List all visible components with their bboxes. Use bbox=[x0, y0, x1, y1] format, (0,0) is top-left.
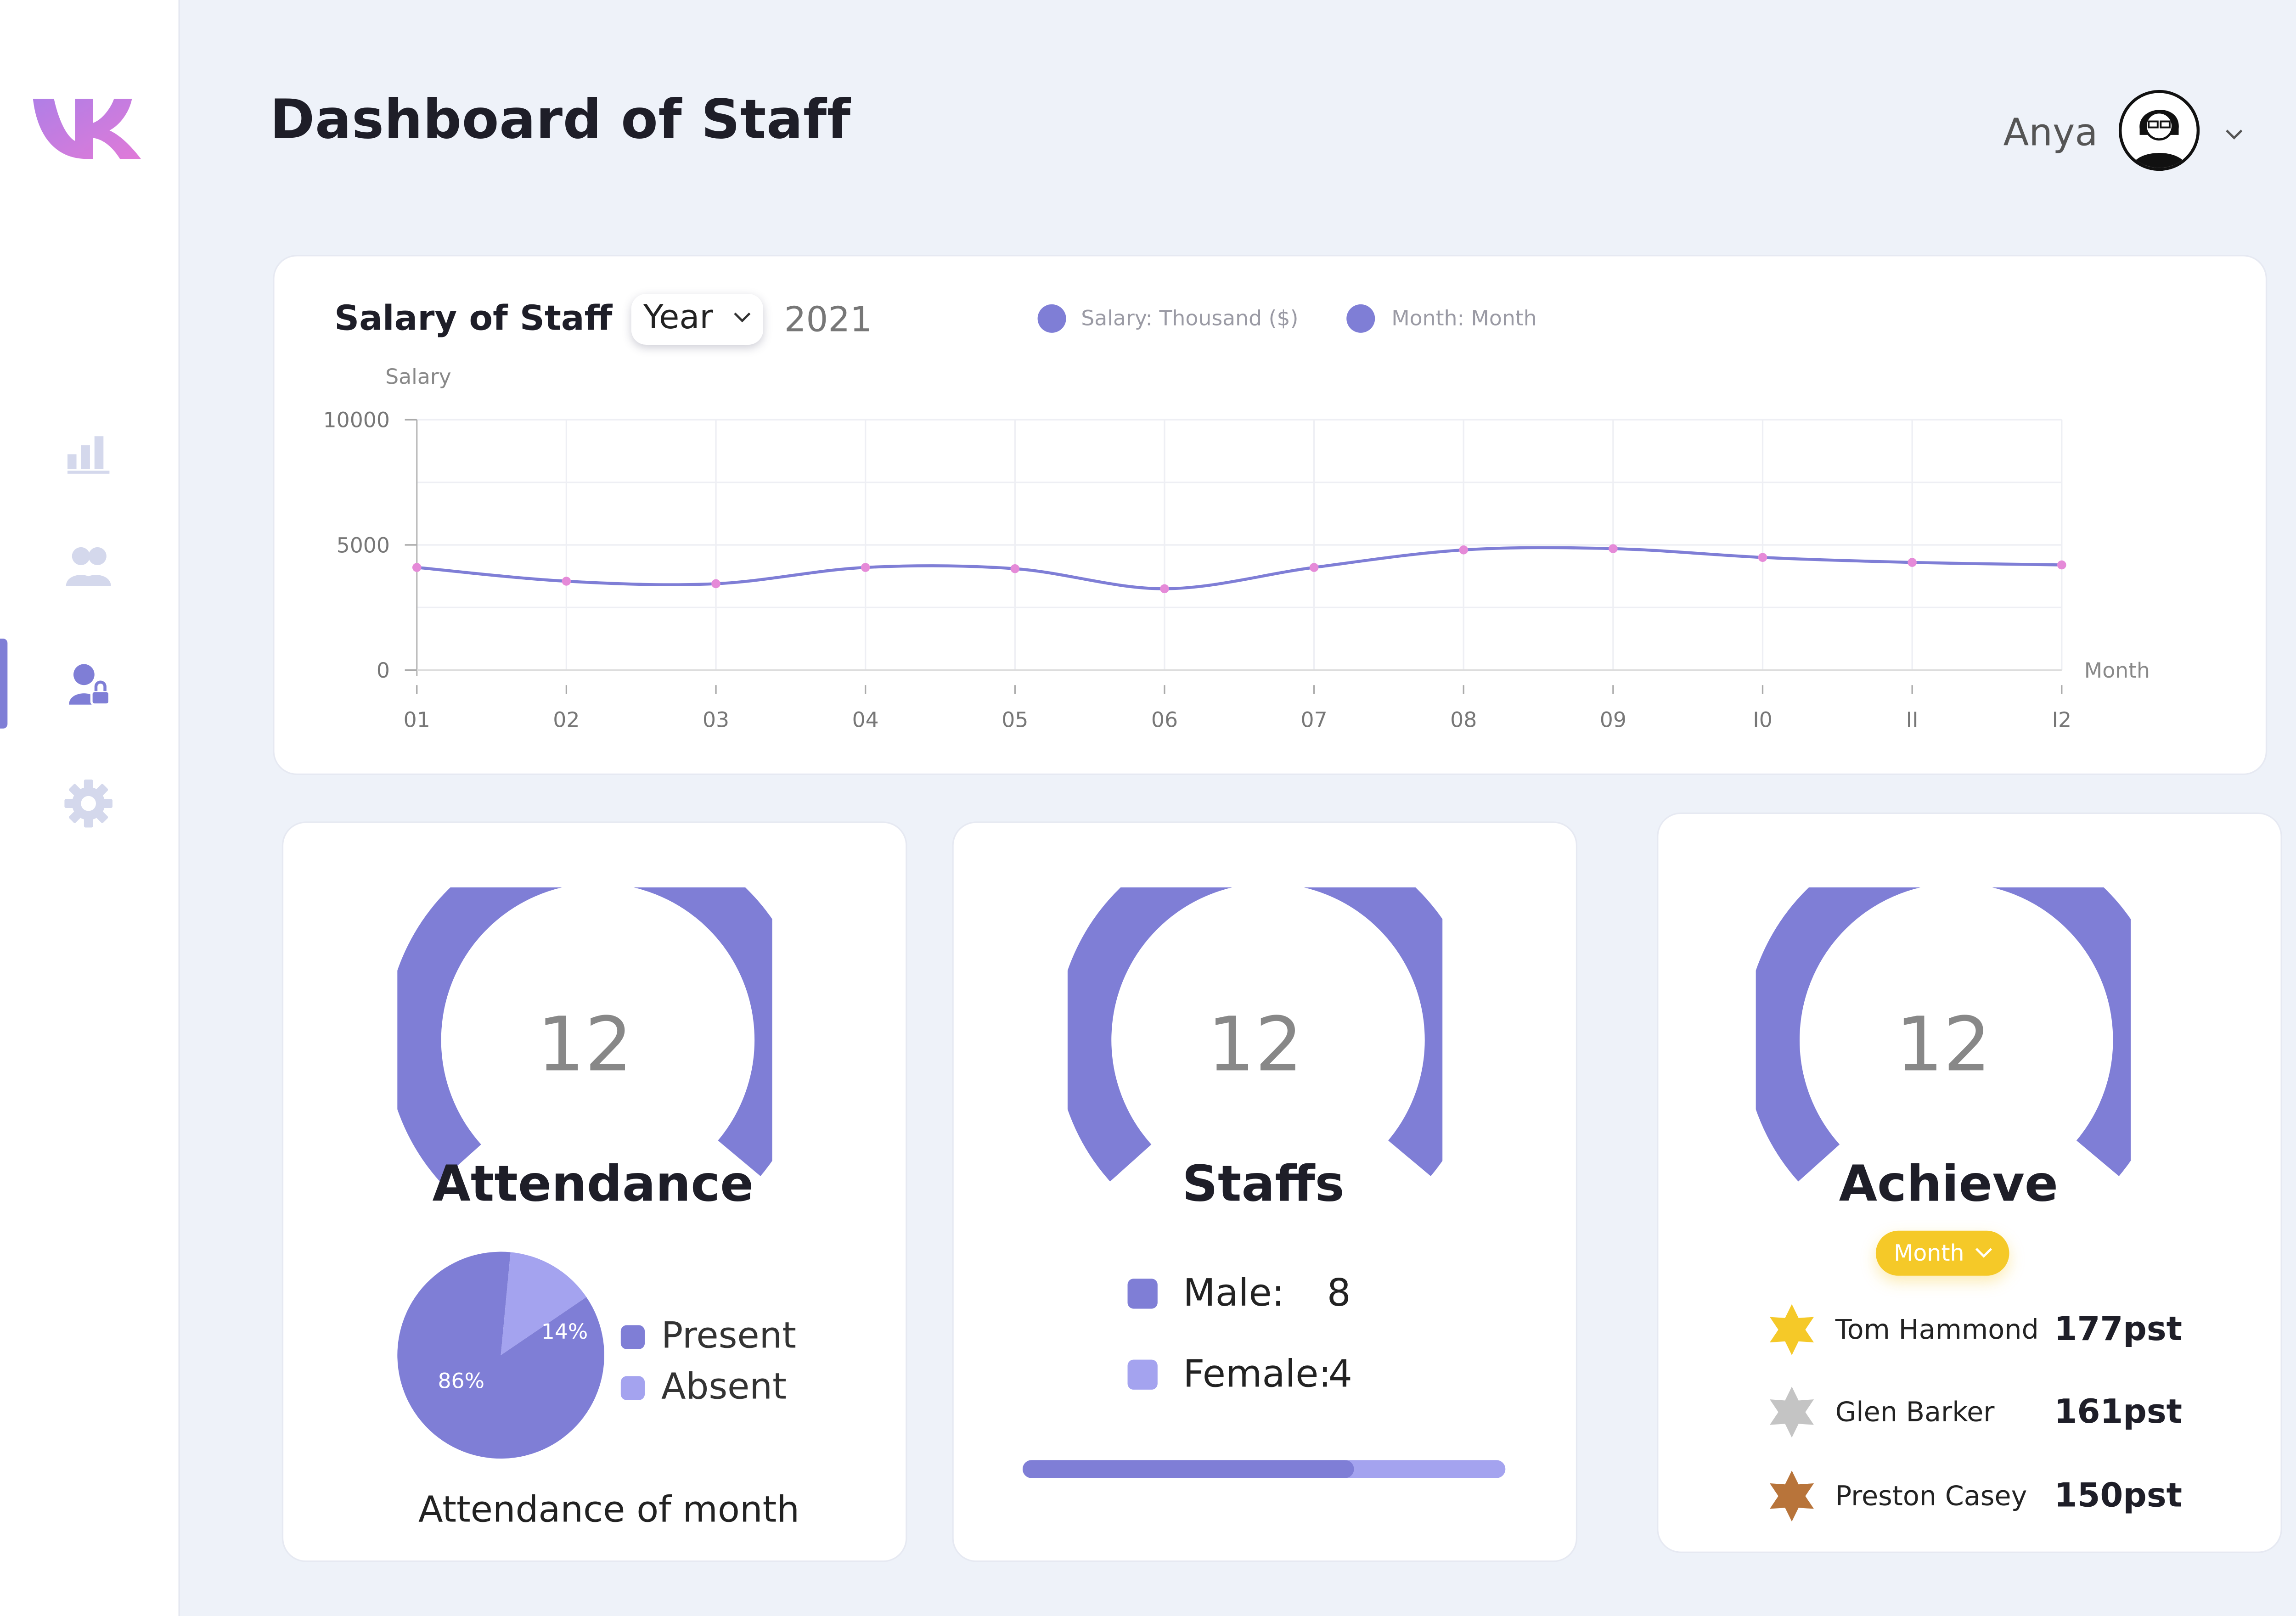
female-swatch bbox=[1127, 1359, 1158, 1390]
female-count: 4 bbox=[1328, 1352, 1352, 1396]
male-swatch bbox=[1127, 1279, 1158, 1309]
staffs-value: 12 bbox=[1207, 1001, 1303, 1089]
x-tick-label: 07 bbox=[1301, 708, 1328, 732]
vk-logo[interactable] bbox=[33, 90, 150, 171]
attendance-pie-chart: 86% 14% bbox=[397, 1251, 604, 1459]
male-label: Male: bbox=[1183, 1271, 1285, 1315]
legend-swatch-present bbox=[620, 1325, 645, 1349]
data-point bbox=[1160, 584, 1169, 594]
gold-star-icon bbox=[1770, 1304, 1814, 1355]
x-axis-label: Month bbox=[2084, 658, 2150, 683]
data-point bbox=[1309, 563, 1319, 572]
legend-swatch-absent bbox=[620, 1376, 645, 1400]
user-lock-icon[interactable] bbox=[63, 660, 114, 711]
data-point bbox=[711, 579, 720, 589]
pie-label-present: 86% bbox=[438, 1369, 484, 1393]
x-tick-label: 06 bbox=[1151, 708, 1178, 732]
silver-star-icon bbox=[1770, 1386, 1814, 1438]
period-select[interactable]: Year bbox=[631, 293, 764, 345]
attendance-label: Attendance bbox=[432, 1154, 754, 1213]
gear-icon[interactable] bbox=[63, 778, 114, 829]
period-select-label: Year bbox=[643, 300, 713, 337]
data-point bbox=[562, 577, 571, 586]
y-tick-label: 5000 bbox=[337, 533, 390, 557]
data-point bbox=[1758, 553, 1767, 562]
y-tick-label: 0 bbox=[377, 658, 390, 683]
page-title: Dashboard of Staff bbox=[270, 90, 851, 152]
bronze-star-icon bbox=[1770, 1470, 1814, 1522]
achieve-period-select[interactable]: Month bbox=[1875, 1230, 2009, 1276]
data-point bbox=[861, 563, 870, 572]
year-value[interactable]: 2021 bbox=[784, 301, 872, 340]
x-tick-label: 03 bbox=[703, 708, 729, 732]
leader-name: Glen Barker bbox=[1835, 1397, 1995, 1429]
leader-name: Preston Casey bbox=[1835, 1481, 2027, 1513]
x-tick-label: 02 bbox=[553, 708, 580, 732]
legend-label-month: Month: Month bbox=[1391, 307, 1537, 331]
legend-absent: Absent bbox=[661, 1365, 787, 1408]
leader-points: 177pst bbox=[2054, 1312, 2182, 1349]
leader-points: 161pst bbox=[2054, 1394, 2182, 1432]
pie-label-absent: 14% bbox=[541, 1319, 588, 1344]
users-icon[interactable] bbox=[63, 541, 114, 592]
bar-chart-icon[interactable] bbox=[63, 424, 114, 475]
x-tick-label: 08 bbox=[1450, 708, 1477, 732]
achieve-value: 12 bbox=[1895, 1001, 1991, 1089]
x-tick-label: 01 bbox=[404, 708, 430, 732]
gender-ratio-bar-male bbox=[1022, 1460, 1355, 1478]
x-tick-label: 09 bbox=[1600, 708, 1626, 732]
y-tick-label: 10000 bbox=[323, 408, 390, 432]
x-tick-label: 05 bbox=[1002, 708, 1028, 732]
data-point bbox=[1459, 545, 1469, 555]
salary-series-line bbox=[416, 546, 2062, 590]
y-axis-label: Salary bbox=[385, 365, 451, 389]
legend-dot-month bbox=[1346, 304, 1375, 333]
chevron-down-icon bbox=[1975, 1248, 1992, 1258]
legend-label-salary: Salary: Thousand ($) bbox=[1081, 307, 1299, 331]
achieve-label: Achieve bbox=[1839, 1154, 2058, 1213]
data-point bbox=[1908, 558, 1917, 567]
data-point bbox=[2057, 560, 2066, 570]
gender-ratio-bar bbox=[1022, 1460, 1506, 1478]
avatar[interactable] bbox=[2118, 90, 2200, 171]
leader-name: Tom Hammond bbox=[1835, 1314, 2039, 1347]
x-tick-label: I2 bbox=[2052, 708, 2072, 732]
salary-chart-title: Salary of Staff bbox=[334, 300, 613, 339]
leader-points: 150pst bbox=[2054, 1478, 2182, 1516]
dashboard-screen: Dashboard of Staff Anya Salary of Staff … bbox=[0, 0, 2296, 1616]
chevron-down-icon[interactable] bbox=[2223, 120, 2245, 140]
x-tick-label: I0 bbox=[1753, 708, 1773, 732]
chevron-down-icon bbox=[734, 312, 751, 323]
staffs-label: Staffs bbox=[1182, 1154, 1345, 1213]
attendance-value: 12 bbox=[537, 1001, 633, 1089]
male-count: 8 bbox=[1327, 1271, 1351, 1315]
data-point bbox=[1010, 564, 1020, 573]
x-tick-label: II bbox=[1906, 708, 1919, 732]
attendance-caption: Attendance of month bbox=[418, 1488, 800, 1531]
data-point bbox=[1609, 544, 1618, 553]
x-tick-label: 04 bbox=[852, 708, 879, 732]
female-label: Female: bbox=[1183, 1352, 1332, 1396]
user-name[interactable]: Anya bbox=[2003, 111, 2098, 155]
legend-present: Present bbox=[661, 1314, 797, 1357]
achieve-period-label: Month bbox=[1894, 1240, 1964, 1267]
legend-dot-salary bbox=[1037, 304, 1066, 333]
active-nav-indicator bbox=[0, 639, 8, 729]
data-point bbox=[412, 563, 422, 572]
salary-line-chart: 0 5000 10000 01 02 03 04 05 06 07 08 09 I0 II I2 Salary… bbox=[323, 365, 2150, 732]
sidebar bbox=[0, 0, 180, 1616]
